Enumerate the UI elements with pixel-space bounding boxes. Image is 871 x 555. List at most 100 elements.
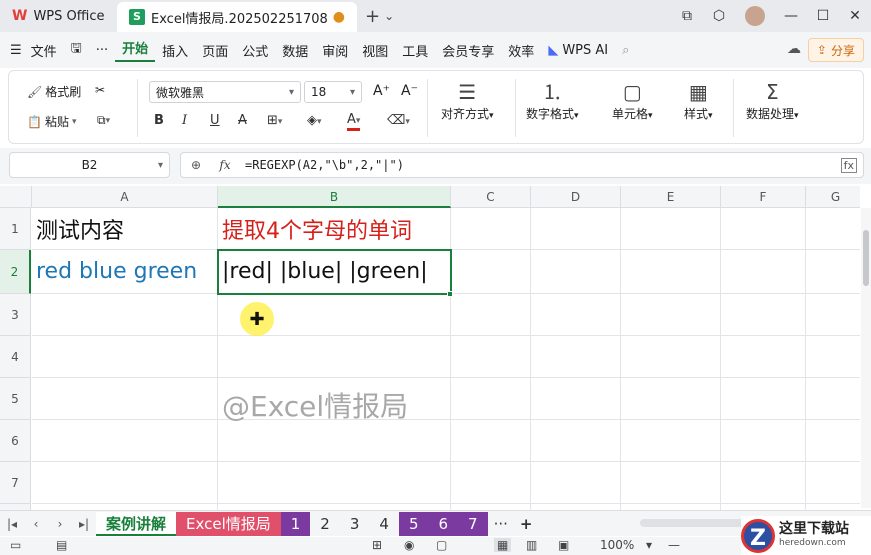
row-header-6[interactable]: 6 — [0, 420, 31, 462]
grid-cell[interactable] — [451, 294, 531, 336]
grid-cell[interactable] — [32, 336, 218, 378]
menu-tools[interactable]: 工具 — [395, 41, 435, 60]
expand-formula-icon[interactable]: fx — [840, 157, 857, 173]
paste-button[interactable]: 📋 粘贴 ▾ — [27, 113, 77, 130]
menu-wps-ai[interactable]: ◣ WPS AI — [541, 43, 615, 58]
grid-cell[interactable] — [451, 336, 531, 378]
menu-review[interactable]: 审阅 — [315, 41, 355, 60]
sheet-icon[interactable]: ▤ — [56, 538, 67, 552]
grid-cell[interactable] — [721, 250, 806, 294]
grid-cell[interactable] — [806, 420, 860, 462]
search-icon[interactable]: ⌕ — [615, 43, 636, 58]
cell-a1[interactable]: 测试内容 — [32, 208, 218, 250]
scrollbar-thumb[interactable] — [863, 230, 869, 286]
grid-cell[interactable] — [218, 336, 451, 378]
grid-cell[interactable] — [451, 250, 531, 294]
grid-cell[interactable] — [721, 294, 806, 336]
grid-cell[interactable] — [621, 462, 721, 504]
grid-cell[interactable] — [531, 336, 621, 378]
grid-cell[interactable] — [621, 250, 721, 294]
select-all-corner[interactable] — [0, 186, 32, 208]
tab-home[interactable]: W WPS Office — [0, 0, 117, 32]
font-name-select[interactable]: 微软雅黑 ▾ — [149, 81, 301, 103]
grid-cell[interactable] — [531, 294, 621, 336]
grid-cell[interactable] — [721, 420, 806, 462]
sheet-tab-8[interactable]: 7 — [458, 511, 488, 536]
sheet-tab-2[interactable]: 1 — [280, 511, 311, 536]
menu-view[interactable]: 视图 — [355, 41, 395, 60]
column-header-c[interactable]: C — [451, 186, 531, 208]
zoom-dropdown-icon[interactable]: ▾ — [646, 538, 652, 552]
layout-icon[interactable]: ▭ — [10, 538, 21, 552]
column-header-e[interactable]: E — [621, 186, 721, 208]
cut-icon[interactable]: ✂ — [95, 83, 105, 97]
sheet-tab-0[interactable]: 案例讲解 — [96, 511, 177, 536]
number-format-button[interactable]: ⒈ 数字格式▾ — [526, 79, 579, 122]
bold-button[interactable]: B — [154, 113, 164, 128]
row-header-2[interactable]: 2 — [0, 250, 31, 294]
more-icon[interactable]: ··· — [89, 43, 115, 58]
row-header-5[interactable]: 5 — [0, 378, 31, 420]
cell-button[interactable]: ▢ 单元格▾ — [612, 79, 653, 122]
grid-cell[interactable] — [218, 420, 451, 462]
formula-text[interactable]: =REGEXP(A2,"\b",2,"|") — [245, 158, 404, 172]
grid-cell[interactable] — [451, 462, 531, 504]
menu-data[interactable]: 数据 — [275, 41, 315, 60]
grid-cell[interactable] — [32, 294, 218, 336]
grid-cell[interactable] — [806, 462, 860, 504]
sheet-tab-3[interactable]: 2 — [310, 512, 340, 536]
grid-cell[interactable] — [721, 336, 806, 378]
grid-cell[interactable] — [806, 378, 860, 420]
grid-cell[interactable] — [451, 208, 531, 250]
grid-cell[interactable] — [621, 208, 721, 250]
share-button[interactable]: ⇪ 分享 — [807, 38, 864, 62]
cell-a2[interactable]: red blue green — [32, 250, 218, 294]
new-tab-button[interactable]: + — [365, 6, 380, 27]
name-box[interactable]: B2 ▾ — [9, 152, 170, 178]
format-painter-button[interactable]: 🖌 格式刷 — [27, 83, 81, 100]
row-header-4[interactable]: 4 — [0, 336, 31, 378]
formula-input[interactable]: ⊕ fx =REGEXP(A2,"\b",2,"|") fx — [180, 152, 864, 178]
grid-cell[interactable] — [531, 378, 621, 420]
page-icon[interactable]: ▢ — [436, 538, 447, 552]
prev-sheet-icon[interactable]: ‹ — [24, 517, 48, 531]
normal-view-icon[interactable]: ▦ — [494, 538, 512, 552]
sheet-tab-1[interactable]: Excel情报局 — [176, 511, 281, 536]
sheet-tab-4[interactable]: 3 — [340, 512, 370, 536]
more-sheets-button[interactable]: ··· — [488, 512, 514, 536]
save-icon[interactable]: 🖫 — [64, 39, 89, 61]
zoom-icon[interactable]: ⊕ — [181, 158, 211, 172]
horizontal-scrollbar[interactable] — [640, 519, 750, 527]
page-layout-icon[interactable]: ▥ — [526, 538, 537, 552]
font-size-select[interactable]: 18 ▾ — [304, 81, 362, 103]
sheet-tab-6[interactable]: 5 — [398, 511, 429, 536]
grid-cell[interactable] — [451, 378, 531, 420]
column-header-d[interactable]: D — [531, 186, 621, 208]
zoom-level[interactable]: 100% — [600, 538, 634, 552]
column-header-b[interactable]: B — [218, 186, 451, 208]
column-header-a[interactable]: A — [32, 186, 218, 208]
fx-icon[interactable]: fx — [211, 158, 239, 172]
row-header-1[interactable]: 1 — [0, 208, 31, 250]
menu-file[interactable]: 文件 — [24, 41, 64, 60]
minimize-icon[interactable]: — — [775, 8, 807, 24]
grid-cell[interactable] — [721, 208, 806, 250]
sheet-tab-7[interactable]: 6 — [428, 511, 459, 536]
grid-cell[interactable] — [32, 462, 218, 504]
grid-cell[interactable] — [621, 336, 721, 378]
grow-font-button[interactable]: A⁺ — [373, 83, 390, 99]
tab-list-chevron-icon[interactable]: ⌄ — [384, 9, 394, 23]
menu-hamburger-icon[interactable]: ☰ — [10, 43, 22, 58]
menu-home[interactable]: 开始 — [115, 38, 156, 62]
strikethrough-button[interactable]: A — [238, 113, 247, 128]
last-sheet-icon[interactable]: ▸| — [72, 517, 96, 531]
grid-cell[interactable] — [806, 208, 860, 250]
grid-cell[interactable] — [621, 294, 721, 336]
grid-cell[interactable] — [806, 336, 860, 378]
grid-cell[interactable] — [621, 378, 721, 420]
page-break-icon[interactable]: ▣ — [558, 538, 569, 552]
grid-cell[interactable] — [531, 462, 621, 504]
menu-member[interactable]: 会员专享 — [435, 41, 501, 60]
cloud-icon[interactable]: ☁ — [787, 41, 801, 57]
font-color-button[interactable]: A▾ — [347, 113, 361, 131]
